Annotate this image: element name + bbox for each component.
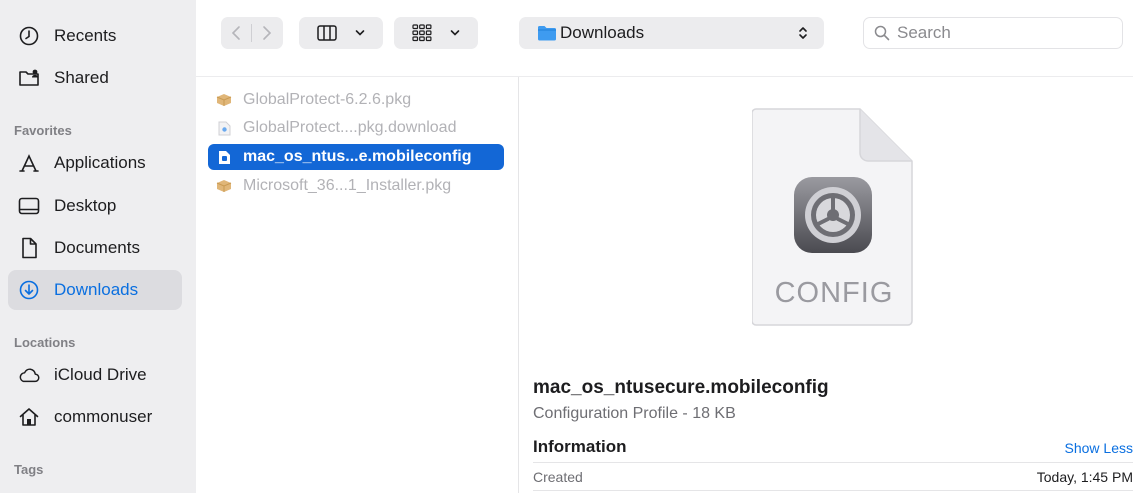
sidebar-item-label: iCloud Drive (54, 365, 147, 384)
package-icon (216, 178, 232, 194)
clock-icon (18, 25, 40, 47)
search-field[interactable]: Search (863, 17, 1123, 49)
cloud-icon (18, 364, 40, 386)
search-icon (874, 25, 890, 41)
download-file-icon (216, 120, 232, 136)
list-item[interactable]: GlobalProtect-6.2.6.pkg (208, 87, 504, 113)
chevron-down-icon (450, 30, 460, 36)
sidebar-item-home[interactable]: commonuser (8, 397, 182, 437)
information-heading: Information (533, 437, 627, 456)
info-divider (533, 490, 1133, 491)
document-icon (216, 149, 232, 165)
desktop-icon (18, 195, 40, 217)
download-icon (18, 279, 40, 301)
sidebar-item-label: Desktop (54, 196, 117, 215)
preview-doc-label: CONFIG (774, 277, 894, 309)
list-item[interactable]: Microsoft_36...1_Installer.pkg (208, 173, 504, 199)
show-less-link[interactable]: Show Less (1065, 440, 1133, 456)
grid-group-icon (412, 24, 432, 42)
sidebar-item-documents[interactable]: Documents (8, 228, 182, 268)
sidebar-item-desktop[interactable]: Desktop (8, 186, 182, 226)
file-name: Microsoft_36...1_Installer.pkg (243, 177, 452, 194)
file-name: GlobalProtect....pkg.download (243, 119, 457, 136)
created-value: Today, 1:45 PM (1036, 469, 1133, 485)
info-divider (533, 462, 1133, 463)
sidebar-item-label: Shared (54, 68, 109, 87)
preview-document-icon: CONFIG (751, 105, 916, 332)
group-by-button[interactable] (394, 17, 478, 49)
sidebar-item-applications[interactable]: Applications (8, 143, 182, 183)
nav-buttons (221, 17, 283, 49)
folder-icon (538, 26, 556, 41)
sidebar-item-label: Recents (54, 26, 117, 45)
home-icon (18, 406, 40, 428)
sidebar-item-label: Downloads (54, 280, 139, 299)
list-item[interactable]: GlobalProtect....pkg.download (208, 115, 504, 141)
file-name: mac_os_ntus...e.mobileconfig (243, 148, 472, 165)
toolbar-divider (196, 76, 1133, 77)
shared-folder-icon (18, 67, 40, 89)
applications-icon (18, 152, 40, 174)
columns-view-icon (317, 25, 337, 41)
up-down-chevron-icon (799, 27, 807, 39)
column-divider (518, 77, 519, 493)
sidebar-item-label: Applications (54, 153, 146, 172)
package-icon (216, 92, 232, 108)
sidebar-item-label: commonuser (54, 407, 153, 426)
preview-file-kind: Configuration Profile - 18 KB (533, 405, 736, 422)
chevron-left-icon (231, 26, 240, 40)
sidebar-item-icloud-drive[interactable]: iCloud Drive (8, 355, 182, 395)
path-label: Downloads (560, 23, 645, 42)
preview-file-name: mac_os_ntusecure.mobileconfig (533, 377, 829, 398)
tags-heading: Tags (14, 462, 44, 477)
locations-heading: Locations (14, 335, 76, 350)
document-icon (18, 237, 40, 259)
chevron-down-icon (355, 30, 365, 36)
forward-button[interactable] (252, 25, 282, 41)
path-popup[interactable]: Downloads (519, 17, 824, 49)
back-button[interactable] (221, 25, 251, 41)
created-label: Created (533, 469, 583, 485)
sidebar-item-recents[interactable]: Recents (8, 16, 182, 56)
file-name: GlobalProtect-6.2.6.pkg (243, 91, 412, 108)
sidebar-item-shared[interactable]: Shared (8, 58, 182, 98)
view-mode-button[interactable] (299, 17, 383, 49)
favorites-heading: Favorites (14, 123, 72, 138)
list-item-selected[interactable]: mac_os_ntus...e.mobileconfig (208, 144, 504, 170)
chevron-right-icon (263, 26, 272, 40)
sidebar-item-downloads[interactable]: Downloads (8, 270, 182, 310)
sidebar-item-label: Documents (54, 238, 140, 257)
sidebar: Recents Shared Favorites Applications De… (0, 0, 196, 493)
search-placeholder: Search (897, 23, 951, 42)
